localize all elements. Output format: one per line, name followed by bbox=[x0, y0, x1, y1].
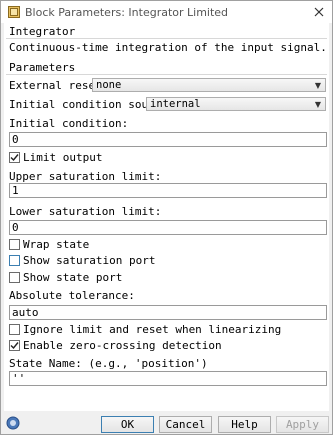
show-saturation-port-option[interactable]: Show saturation port bbox=[9, 254, 155, 267]
ic-source-dropdown[interactable]: internal ▼ bbox=[146, 97, 326, 111]
button-bar: OK Cancel Help Apply bbox=[1, 412, 332, 434]
ignore-limit-option[interactable]: Ignore limit and reset when linearizing bbox=[9, 323, 281, 336]
parameters-divider bbox=[6, 74, 327, 75]
help-button[interactable]: Help bbox=[218, 416, 271, 433]
show-saturation-port-label: Show saturation port bbox=[23, 254, 156, 267]
close-icon[interactable] bbox=[310, 3, 328, 21]
chevron-down-icon: ▼ bbox=[314, 81, 321, 90]
checkmark-icon bbox=[10, 154, 19, 162]
lower-limit-label: Lower saturation limit: bbox=[9, 205, 162, 218]
ignore-limit-label: Ignore limit and reset when linearizing bbox=[23, 323, 282, 336]
ic-source-value: internal bbox=[150, 98, 201, 110]
ignore-limit-checkbox[interactable] bbox=[9, 324, 20, 335]
wrap-state-checkbox[interactable] bbox=[9, 239, 20, 250]
window-title: Block Parameters: Integrator Limited bbox=[25, 5, 229, 19]
show-state-port-label: Show state port bbox=[23, 271, 123, 284]
zero-crossing-label: Enable zero-crossing detection bbox=[23, 339, 222, 352]
limit-output-checkbox[interactable] bbox=[9, 152, 20, 163]
block-description: Continuous-time integration of the input… bbox=[9, 41, 327, 54]
ok-button[interactable]: OK bbox=[101, 416, 154, 433]
absolute-tolerance-field[interactable]: auto bbox=[9, 305, 327, 320]
wrap-state-option[interactable]: Wrap state bbox=[9, 238, 89, 251]
cancel-button[interactable]: Cancel bbox=[159, 416, 212, 433]
limit-output-option[interactable]: Limit output bbox=[9, 151, 102, 164]
dialog-window: Block Parameters: Integrator Limited Int… bbox=[0, 0, 333, 435]
wrap-state-label: Wrap state bbox=[23, 238, 90, 251]
external-reset-dropdown[interactable]: none ▼ bbox=[92, 78, 326, 92]
help-circle-icon[interactable] bbox=[6, 416, 20, 430]
block-group-title: Integrator bbox=[9, 25, 76, 38]
title-bar[interactable]: Block Parameters: Integrator Limited bbox=[1, 1, 332, 23]
zero-crossing-checkbox[interactable] bbox=[9, 340, 20, 351]
external-reset-value: none bbox=[96, 79, 122, 91]
state-name-label: State Name: (e.g., 'position') bbox=[9, 357, 208, 370]
absolute-tolerance-label: Absolute tolerance: bbox=[9, 289, 135, 302]
limit-output-label: Limit output bbox=[23, 151, 103, 164]
checkmark-icon bbox=[10, 342, 19, 350]
upper-limit-label: Upper saturation limit: bbox=[9, 170, 162, 183]
group-divider bbox=[6, 38, 327, 39]
chevron-down-icon: ▼ bbox=[314, 100, 321, 109]
show-state-port-checkbox[interactable] bbox=[9, 272, 20, 283]
lower-limit-field[interactable]: 0 bbox=[9, 220, 327, 235]
initial-condition-field[interactable]: 0 bbox=[9, 132, 327, 147]
show-saturation-port-checkbox[interactable] bbox=[9, 255, 20, 266]
zero-crossing-option[interactable]: Enable zero-crossing detection bbox=[9, 339, 222, 352]
dialog-content: Integrator Continuous-time integration o… bbox=[4, 23, 329, 411]
show-state-port-option[interactable]: Show state port bbox=[9, 271, 122, 284]
upper-limit-field[interactable]: 1 bbox=[9, 183, 327, 198]
simulink-block-icon bbox=[7, 6, 20, 19]
apply-button[interactable]: Apply bbox=[276, 416, 329, 433]
initial-condition-label: Initial condition: bbox=[9, 117, 129, 130]
state-name-field[interactable]: '' bbox=[9, 371, 327, 386]
parameters-group-title: Parameters bbox=[9, 61, 76, 74]
